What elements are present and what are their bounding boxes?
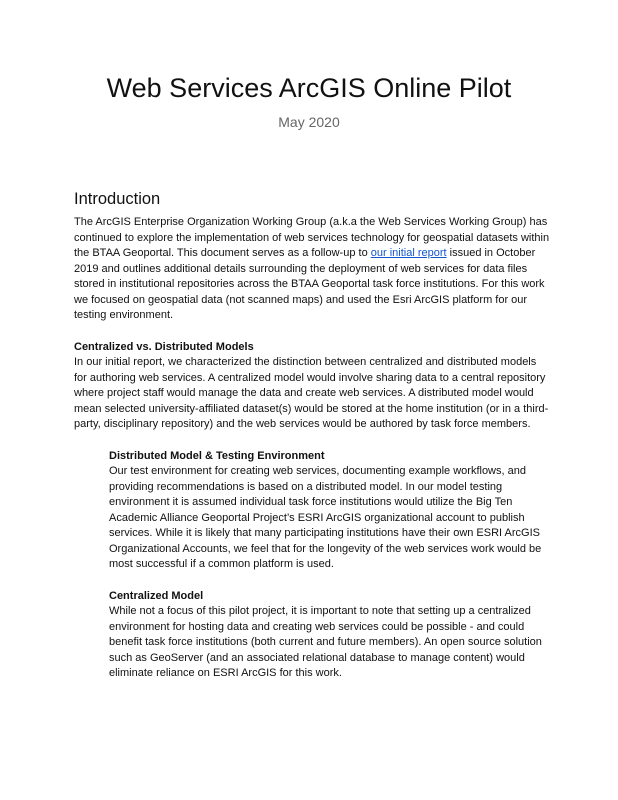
subsection-distributed-model: Distributed Model & Testing Environment … [74, 449, 550, 682]
initial-report-link[interactable]: our initial report [371, 247, 447, 259]
distributed-model-paragraph: Our test environment for creating web se… [109, 465, 542, 570]
document-page: Web Services ArcGIS Online Pilot May 202… [0, 0, 618, 800]
page-title: Web Services ArcGIS Online Pilot [106, 73, 512, 103]
centralized-model-paragraph: While not a focus of this pilot project,… [109, 605, 542, 679]
section-heading-centralized-vs-distributed: Centralized vs. Distributed Models [74, 340, 254, 353]
document-body: Introduction The ArcGIS Enterprise Organ… [74, 188, 550, 682]
page-date: May 2020 [278, 114, 340, 130]
section-heading-distributed-model: Distributed Model & Testing Environment [109, 449, 325, 462]
section-heading-introduction: Introduction [74, 190, 161, 208]
intro-paragraph: The ArcGIS Enterprise Organization Worki… [74, 215, 550, 324]
section-heading-centralized-model: Centralized Model [109, 589, 204, 602]
centralized-vs-distributed-paragraph: In our initial report, we characterized … [74, 356, 549, 430]
